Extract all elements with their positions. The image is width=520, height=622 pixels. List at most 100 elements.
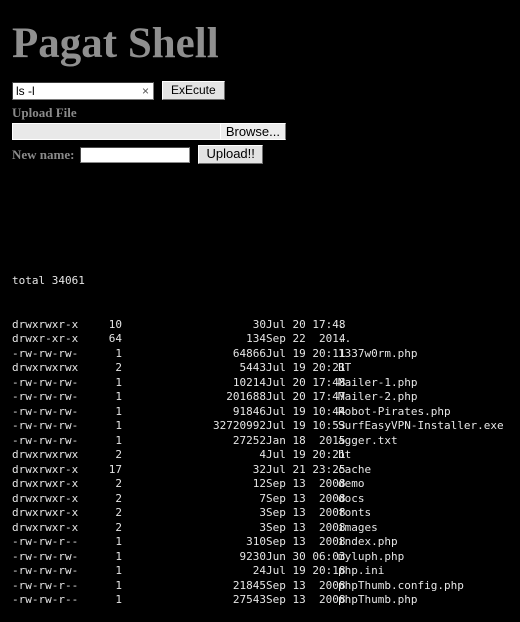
listing-cell-name: SurfEasyVPN-Installer.exe xyxy=(338,419,504,432)
listing-cell-name: BT xyxy=(338,361,352,374)
listing-cell-date: Jul 19 20:11 xyxy=(266,346,346,360)
listing-cell-links: 2 xyxy=(115,361,122,374)
listing-cell-name: bt xyxy=(338,448,352,461)
listing-cell-size: 134 xyxy=(246,332,266,345)
listing-cell-name: demo xyxy=(338,477,365,490)
listing-cell-date: Jul 20 17:48 xyxy=(266,375,346,389)
listing-row: drwxrwxr-x 2 3Sep 13 2008fonts xyxy=(12,506,520,521)
upload-file-label: Upload File xyxy=(12,105,77,120)
listing-row: -rw-rw-rw- 1 24Jul 19 20:18php.ini xyxy=(12,564,520,579)
listing-row: drwxrwxr-x 10 30Jul 20 17:48. xyxy=(12,318,520,333)
listing-row: -rw-rw-r-- 1 21845Sep 13 2008phpThumb.conf… xyxy=(12,579,520,594)
listing-cell-perm: -rw-rw-rw- xyxy=(12,564,79,577)
command-input-wrapper[interactable]: × xyxy=(12,81,154,100)
listing-cell-date: Jul 20 17:48 xyxy=(266,317,346,331)
listing-row: drwxrwxr-x 2 3Sep 13 2008images xyxy=(12,521,520,536)
browse-button[interactable]: Browse... xyxy=(219,123,286,140)
listing-cell-links: 1 xyxy=(115,593,122,606)
listing-cell-date: Jul 20 17:47 xyxy=(266,390,346,403)
listing-cell-perm: -rw-rw-rw- xyxy=(12,346,79,360)
listing-cell-date: Sep 13 2008 xyxy=(266,593,346,606)
listing-row: drwxr-xr-x 64 134Sep 22 2014.. xyxy=(12,332,520,347)
listing-cell-links: 64 xyxy=(108,332,122,345)
listing-cell-name: agger.txt xyxy=(338,433,398,447)
listing-cell-perm: -rw-rw-r-- xyxy=(12,593,79,606)
listing-row: -rw-rw-r-- 1 27543Sep 13 2008phpThumb.php xyxy=(12,593,520,608)
listing-cell-date: Jul 21 23:25 xyxy=(266,462,346,476)
listing-row: drwxrwxrwx 2 5443Jul 19 20:21BT xyxy=(12,361,520,376)
clear-icon[interactable]: × xyxy=(142,84,149,99)
listing-cell-perm: drwxrwxr-x xyxy=(12,477,79,490)
listing-cell-date: Sep 22 2014 xyxy=(266,332,346,345)
listing-cell-name: Robot-Pirates.php xyxy=(338,404,451,418)
listing-cell-links: 1 xyxy=(115,549,122,563)
listing-row: drwxrwxr-x 2 12Sep 13 2008demo xyxy=(12,477,520,492)
listing-cell-date: Jul 19 20:21 xyxy=(266,361,346,374)
listing-cell-links: 1 xyxy=(115,564,122,577)
execute-button[interactable]: ExEcute xyxy=(162,81,225,100)
listing-cell-perm: -rw-rw-rw- xyxy=(12,433,79,447)
listing-cell-perm: -rw-rw-rw- xyxy=(12,419,79,432)
listing-cell-perm: -rw-rw-rw- xyxy=(12,375,79,389)
listing-cell-links: 1 xyxy=(115,404,122,418)
listing-cell-size: 3 xyxy=(259,506,266,519)
listing-cell-name: .. xyxy=(338,332,352,345)
listing-cell-name: cache xyxy=(338,462,372,476)
new-name-input[interactable] xyxy=(80,146,191,163)
listing-cell-size: 9230 xyxy=(239,549,267,563)
listing-cell-name: . xyxy=(338,317,345,331)
listing-cell-size: 5443 xyxy=(239,361,267,374)
listing-cell-size: 30 xyxy=(252,317,266,331)
listing-total: total 34061 xyxy=(12,274,85,287)
directory-listing-output: total 34061 drwxrwxr-x 10 30Jul 20 17:48. d… xyxy=(12,245,520,622)
listing-row: -rw-rw-rw- 1 9230Jun 30 06:03myluph.php xyxy=(12,550,520,565)
file-path-field[interactable] xyxy=(12,123,220,140)
listing-row: drwxrwxrwx 2 4Jul 19 20:21bt xyxy=(12,448,520,463)
listing-cell-name: myluph.php xyxy=(338,549,405,563)
listing-cell-links: 17 xyxy=(108,462,122,476)
listing-row: drwxrwxr-x 2 7Sep 13 2008docs xyxy=(12,492,520,507)
new-name-row: New name: Upload!! xyxy=(12,145,520,164)
listing-cell-date: Jan 18 2015 xyxy=(266,433,346,447)
listing-cell-date: Jun 30 06:03 xyxy=(266,549,346,563)
listing-cell-perm: drwxrwxrwx xyxy=(12,361,79,374)
listing-cell-size: 12 xyxy=(252,477,266,490)
listing-cell-name: index.php xyxy=(338,535,398,548)
listing-cell-size: 24 xyxy=(252,564,266,577)
listing-cell-size: 7 xyxy=(259,491,266,505)
listing-cell-perm: drwxrwxr-x xyxy=(12,317,79,331)
listing-cell-date: Jul 19 10:53 xyxy=(266,419,346,432)
page-title: Pagat Shell xyxy=(12,20,219,67)
listing-cell-name: docs xyxy=(338,491,365,505)
listing-cell-size: 201688 xyxy=(226,390,266,403)
listing-rows: drwxrwxr-x 10 30Jul 20 17:48. drwxr-xr-x 64 1… xyxy=(12,318,520,608)
listing-row: -rw-rw-rw- 1 64866Jul 19 20:111337w0rm.php xyxy=(12,347,520,362)
listing-cell-size: 64866 xyxy=(232,346,266,360)
listing-cell-links: 2 xyxy=(115,520,122,534)
listing-cell-links: 1 xyxy=(115,535,122,548)
new-name-label: New name: xyxy=(12,147,75,162)
listing-cell-name: Mailer-1.php xyxy=(338,375,418,389)
listing-cell-perm: -rw-rw-rw- xyxy=(12,404,79,418)
listing-cell-date: Jul 19 20:21 xyxy=(266,448,346,461)
listing-cell-name: images xyxy=(338,520,378,534)
listing-cell-links: 2 xyxy=(115,506,122,519)
listing-cell-size: 10214 xyxy=(232,375,266,389)
listing-cell-perm: drwxrwxrwx xyxy=(12,448,79,461)
listing-cell-size: 310 xyxy=(246,535,266,548)
upload-button[interactable]: Upload!! xyxy=(198,145,263,164)
listing-cell-date: Sep 13 2008 xyxy=(266,535,346,548)
listing-cell-perm: drwxrwxr-x xyxy=(12,520,79,534)
listing-row: -rw-rw-rw- 1 27252Jan 18 2015agger.txt xyxy=(12,434,520,449)
listing-cell-size: 27252 xyxy=(232,433,266,447)
listing-cell-links: 2 xyxy=(115,477,122,490)
listing-row: -rw-rw-rw- 1 201688Jul 20 17:47Mailer-2.ph… xyxy=(12,390,520,405)
command-input[interactable] xyxy=(13,83,134,98)
listing-cell-links: 1 xyxy=(115,433,122,447)
listing-row: -rw-rw-rw- 1 10214Jul 20 17:48Mailer-1.php xyxy=(12,376,520,391)
listing-cell-links: 10 xyxy=(108,317,122,331)
listing-cell-perm: -rw-rw-r-- xyxy=(12,578,79,592)
listing-cell-size: 21845 xyxy=(232,578,266,592)
file-upload-row: Browse... xyxy=(12,123,286,140)
listing-cell-size: 91846 xyxy=(232,404,266,418)
